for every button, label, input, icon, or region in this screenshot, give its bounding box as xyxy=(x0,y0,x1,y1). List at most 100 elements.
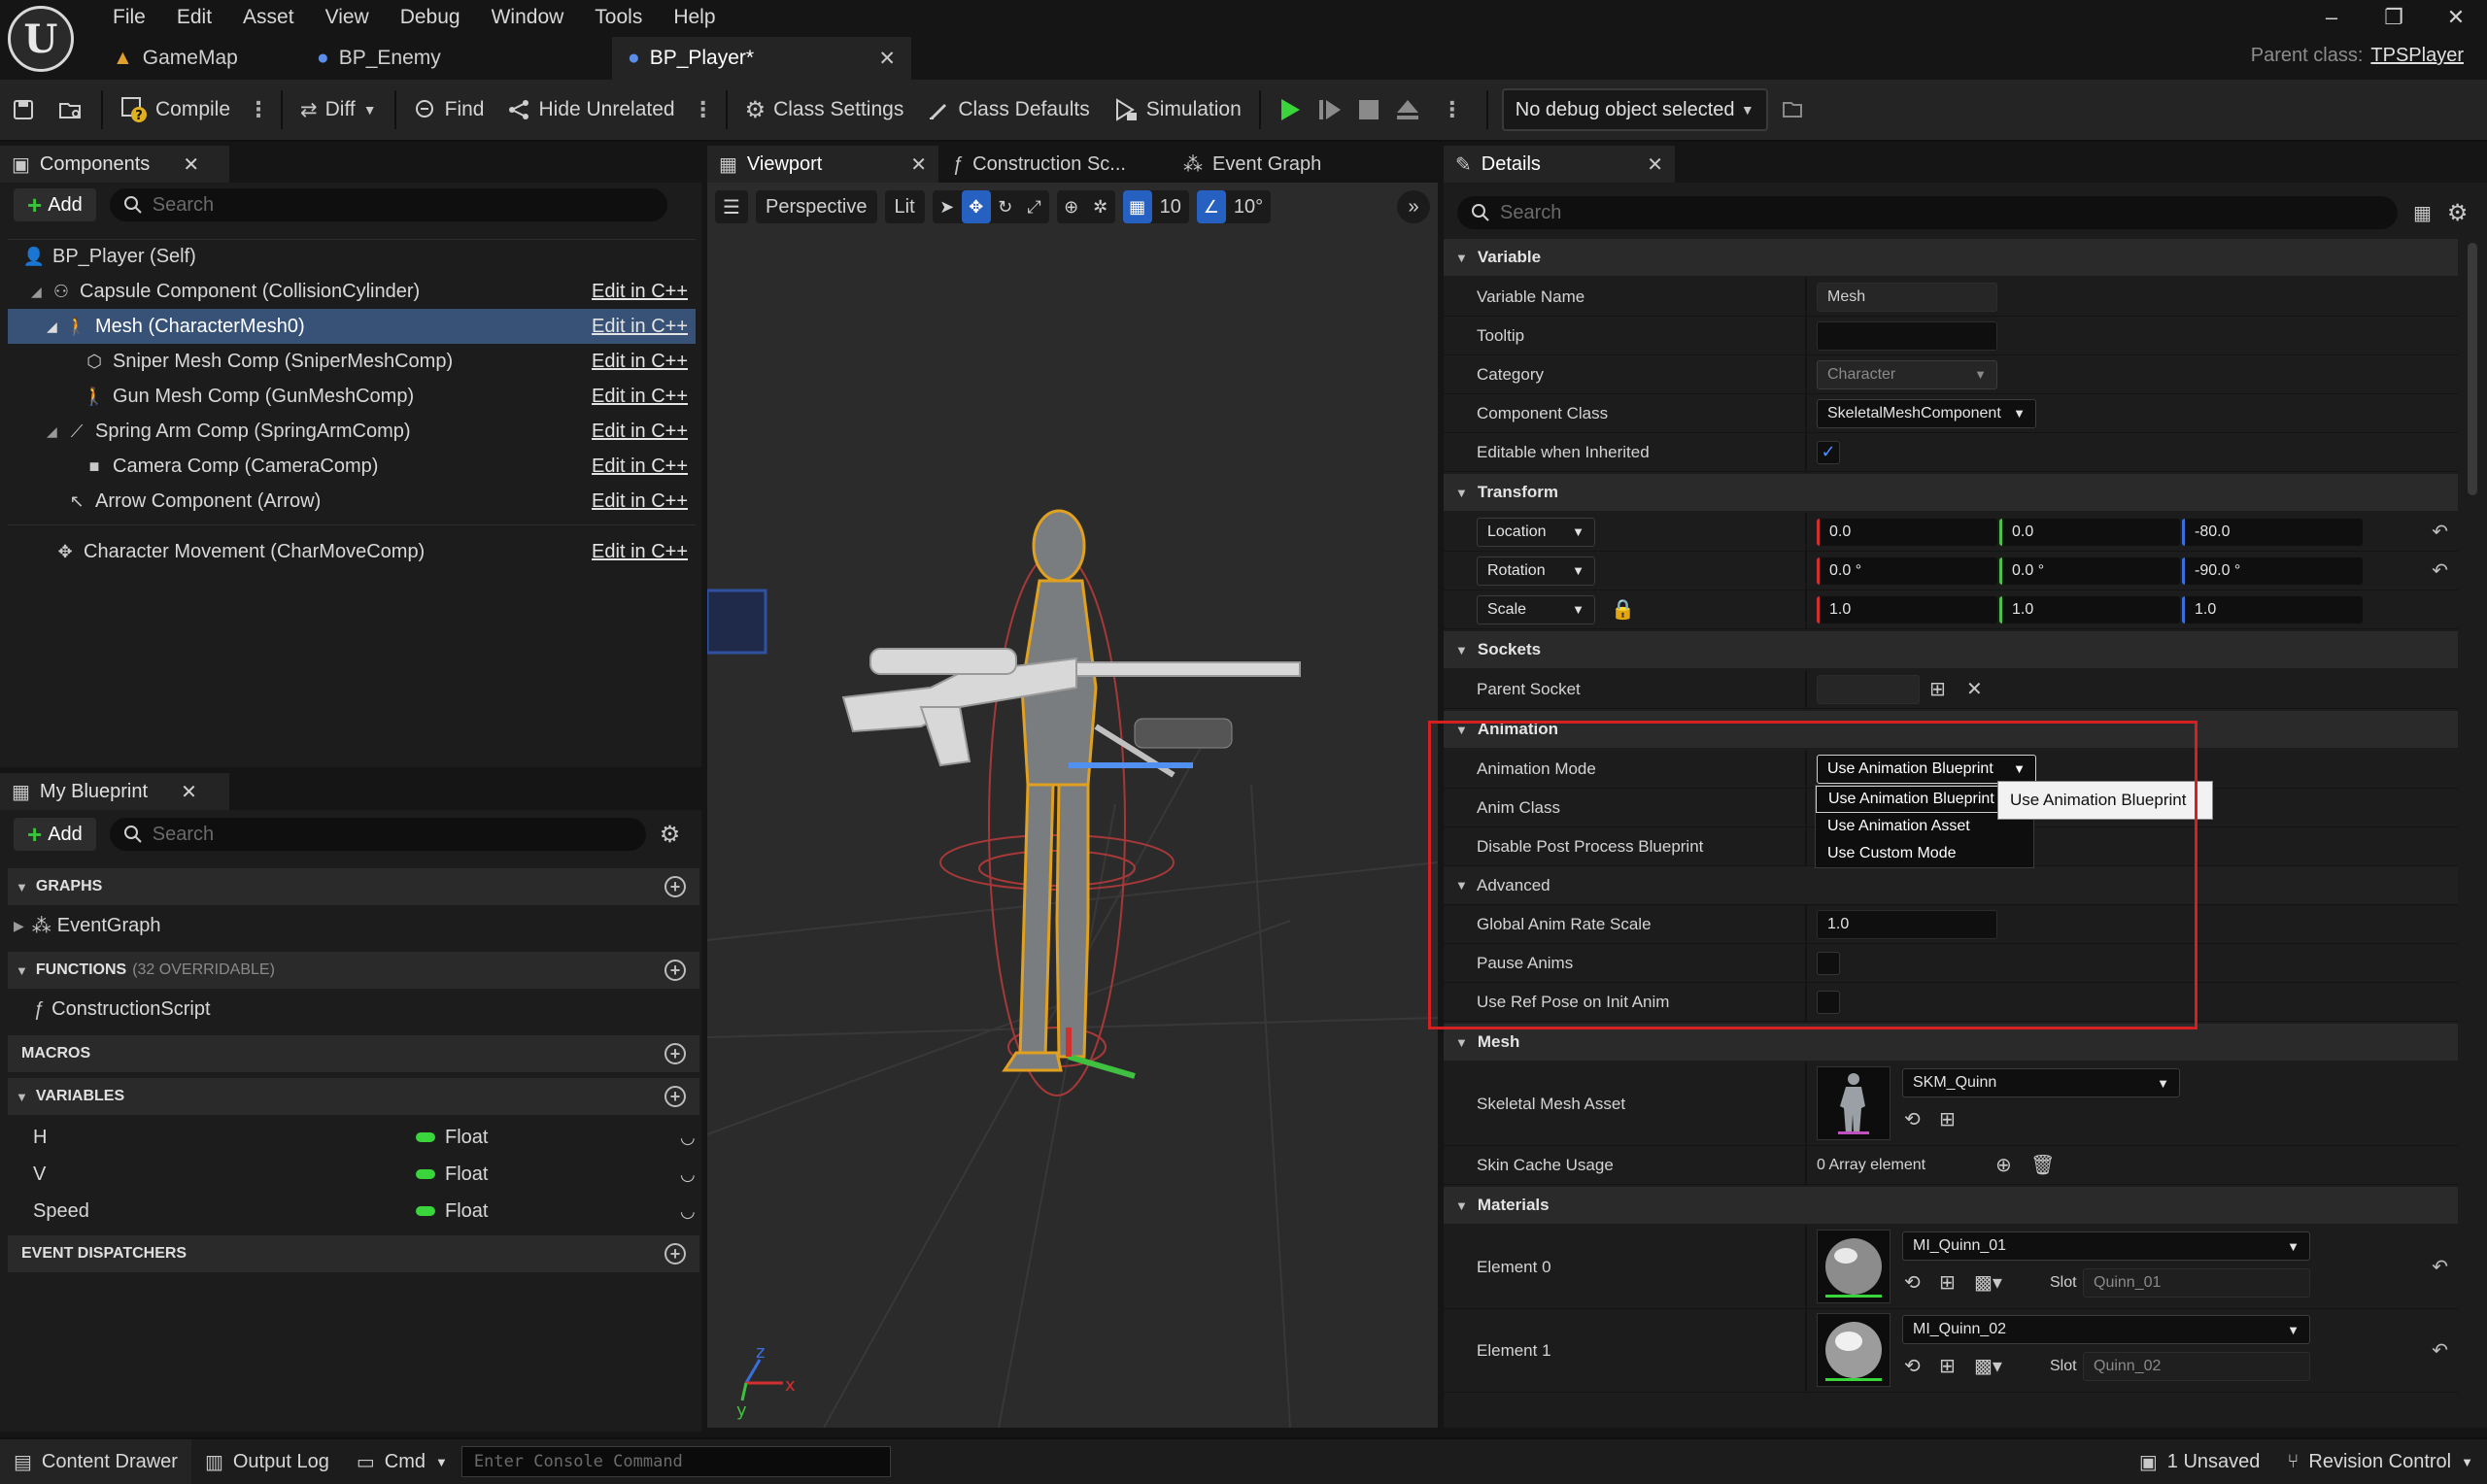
compile-options-icon[interactable]: ⋮ xyxy=(242,97,275,122)
browse-asset-icon[interactable]: ⊞ xyxy=(1939,1270,1956,1295)
output-log-button[interactable]: ▥ Output Log xyxy=(191,1439,343,1484)
material-thumbnail[interactable] xyxy=(1817,1230,1891,1303)
select-icon[interactable]: ➤ xyxy=(933,190,962,223)
scale-z-input[interactable]: 1.0 xyxy=(2182,595,2363,624)
simulation-button[interactable]: Simulation xyxy=(1102,79,1253,141)
tab-gamemap[interactable]: ▲ GameMap xyxy=(97,37,301,80)
menu-window[interactable]: Window xyxy=(476,0,580,35)
edit-in-cpp-link[interactable]: Edit in C++ xyxy=(592,490,688,513)
add-component-button[interactable]: + Add xyxy=(14,188,96,221)
expand-arrow-icon[interactable]: ▶ xyxy=(14,918,24,934)
tab-event-graph[interactable]: ⁂ Event Graph xyxy=(1170,146,1401,183)
component-class-dropdown[interactable]: SkeletalMeshComponent ▼ xyxy=(1817,398,2036,428)
variable-name-input[interactable]: Mesh xyxy=(1817,282,1997,312)
variable-row-speed[interactable]: Speed Float ◡ xyxy=(8,1193,699,1230)
save-button[interactable] xyxy=(0,79,47,141)
material-options-icon[interactable]: ▩▾ xyxy=(1974,1270,2002,1295)
tab-construction-script[interactable]: ƒ Construction Sc... xyxy=(938,146,1170,183)
clear-icon[interactable]: ✕ xyxy=(1966,677,1983,701)
location-y-input[interactable]: 0.0 xyxy=(1999,518,2180,546)
stop-icon[interactable] xyxy=(1358,99,1380,120)
visibility-eye-icon[interactable]: ◡ xyxy=(680,1128,696,1148)
hide-unrelated-button[interactable]: Hide Unrelated xyxy=(495,79,686,141)
section-graphs[interactable]: ▼ GRAPHS + xyxy=(8,868,699,905)
eject-icon[interactable] xyxy=(1395,98,1420,121)
edit-in-cpp-link[interactable]: Edit in C++ xyxy=(592,421,688,443)
visibility-eye-icon[interactable]: ◡ xyxy=(680,1201,696,1222)
material-dropdown[interactable]: MI_Quinn_02 ▼ xyxy=(1902,1315,2310,1344)
parent-class-link[interactable]: TPSPlayer xyxy=(2370,45,2464,66)
add-graph-icon[interactable]: + xyxy=(664,876,686,897)
variable-type[interactable]: Float ◡ xyxy=(416,1164,696,1186)
tab-bp-player[interactable]: ● BP_Player* ✕ xyxy=(612,37,911,80)
material-thumbnail[interactable] xyxy=(1817,1313,1891,1387)
close-icon[interactable]: ✕ xyxy=(183,152,199,177)
browse-asset-icon[interactable]: ⊞ xyxy=(1939,1354,1956,1378)
component-row-capsule[interactable]: ◢ ⚇ Capsule Component (CollisionCylinder… xyxy=(8,274,696,309)
gear-icon[interactable]: ⚙ xyxy=(2447,199,2469,227)
find-button[interactable]: Find xyxy=(402,79,496,141)
function-item-construction-script[interactable]: ƒ ConstructionScript xyxy=(8,991,699,1028)
viewport-menu-icon[interactable]: ☰ xyxy=(715,190,748,223)
component-row-sniper-mesh[interactable]: ⬡ Sniper Mesh Comp (SniperMeshComp) Edit… xyxy=(8,344,696,379)
add-macro-icon[interactable]: + xyxy=(664,1043,686,1064)
play-options-icon[interactable]: ⋮ xyxy=(1436,97,1469,122)
diff-button[interactable]: ⇄ Diff ▼ xyxy=(289,79,389,141)
content-drawer-button[interactable]: ▤ Content Drawer xyxy=(0,1439,191,1484)
reset-to-default-icon[interactable]: ↶ xyxy=(2432,558,2448,583)
scale-y-input[interactable]: 1.0 xyxy=(1999,595,2180,624)
translate-icon[interactable]: ✥ xyxy=(961,190,991,223)
lock-icon[interactable]: 🔒 xyxy=(1611,597,1635,622)
section-sockets[interactable]: ▼ Sockets xyxy=(1444,631,2458,668)
debug-filter-icon[interactable] xyxy=(1782,98,1805,121)
revision-control-button[interactable]: ⑂ Revision Control ▼ xyxy=(2273,1439,2487,1484)
collapse-arrow-icon[interactable]: ◢ xyxy=(47,319,64,335)
section-macros[interactable]: MACROS + xyxy=(8,1035,699,1072)
category-dropdown[interactable]: Character ▼ xyxy=(1817,359,1997,389)
unsaved-button[interactable]: ▣ 1 Unsaved xyxy=(2126,1439,2274,1484)
menu-help[interactable]: Help xyxy=(658,0,731,35)
component-row-camera[interactable]: ■ Camera Comp (CameraComp) Edit in C++ xyxy=(8,449,696,484)
add-element-icon[interactable]: ⊕ xyxy=(1995,1153,2012,1177)
close-window-icon[interactable]: ✕ xyxy=(2425,0,2487,35)
location-x-input[interactable]: 0.0 xyxy=(1817,518,1997,546)
restore-icon[interactable]: ❐ xyxy=(2363,0,2425,35)
menu-edit[interactable]: Edit xyxy=(161,0,227,35)
rotation-x-input[interactable]: 0.0 ° xyxy=(1817,556,1997,585)
reset-to-default-icon[interactable]: ↶ xyxy=(2432,1338,2448,1363)
edit-in-cpp-link[interactable]: Edit in C++ xyxy=(592,351,688,373)
console-command-input[interactable]: Enter Console Command xyxy=(460,1446,891,1477)
section-variable[interactable]: ▼ Variable xyxy=(1444,239,2458,276)
menu-asset[interactable]: Asset xyxy=(227,0,310,35)
material-options-icon[interactable]: ▩▾ xyxy=(1974,1354,2002,1378)
menu-debug[interactable]: Debug xyxy=(385,0,476,35)
section-variables[interactable]: ▼ VARIABLES + xyxy=(8,1078,699,1115)
gear-icon[interactable]: ⚙ xyxy=(660,821,681,849)
delete-icon[interactable]: 🗑 xyxy=(2030,1153,2055,1177)
edit-in-cpp-link[interactable]: Edit in C++ xyxy=(592,455,688,478)
rotation-mode-dropdown[interactable]: Rotation ▼ xyxy=(1477,556,1595,586)
edit-in-cpp-link[interactable]: Edit in C++ xyxy=(592,316,688,338)
add-function-icon[interactable]: + xyxy=(664,960,686,981)
scale-icon[interactable]: ⤢ xyxy=(1020,190,1049,223)
browse-asset-icon[interactable]: ⊞ xyxy=(1939,1107,1956,1131)
skeletal-mesh-thumbnail[interactable] xyxy=(1817,1066,1891,1140)
world-space-icon[interactable]: ⊕ xyxy=(1057,190,1086,223)
add-member-button[interactable]: + Add xyxy=(14,818,96,851)
section-materials[interactable]: ▼ Materials xyxy=(1444,1187,2458,1224)
edit-in-cpp-link[interactable]: Edit in C++ xyxy=(592,386,688,408)
components-search-input[interactable]: Search xyxy=(109,188,667,221)
use-selected-icon[interactable]: ⟲ xyxy=(1904,1354,1921,1378)
tab-details[interactable]: ✎ Details ✕ xyxy=(1444,146,1675,183)
edit-in-cpp-link[interactable]: Edit in C++ xyxy=(592,541,688,563)
component-row-gun-mesh[interactable]: 🚶 Gun Mesh Comp (GunMeshComp) Edit in C+… xyxy=(8,379,696,414)
variable-row-v[interactable]: V Float ◡ xyxy=(8,1156,699,1193)
scale-x-input[interactable]: 1.0 xyxy=(1817,595,1997,624)
graph-item-eventgraph[interactable]: ▶ ⁂ EventGraph xyxy=(8,907,699,944)
collapse-arrow-icon[interactable]: ◢ xyxy=(47,423,64,440)
menu-view[interactable]: View xyxy=(310,0,385,35)
tab-my-blueprint[interactable]: ▦ My Blueprint ✕ xyxy=(0,773,229,810)
editable-checkbox[interactable]: ✓ xyxy=(1817,440,1840,464)
close-icon[interactable]: ✕ xyxy=(878,47,896,71)
unreal-logo-icon[interactable]: U xyxy=(8,6,74,72)
